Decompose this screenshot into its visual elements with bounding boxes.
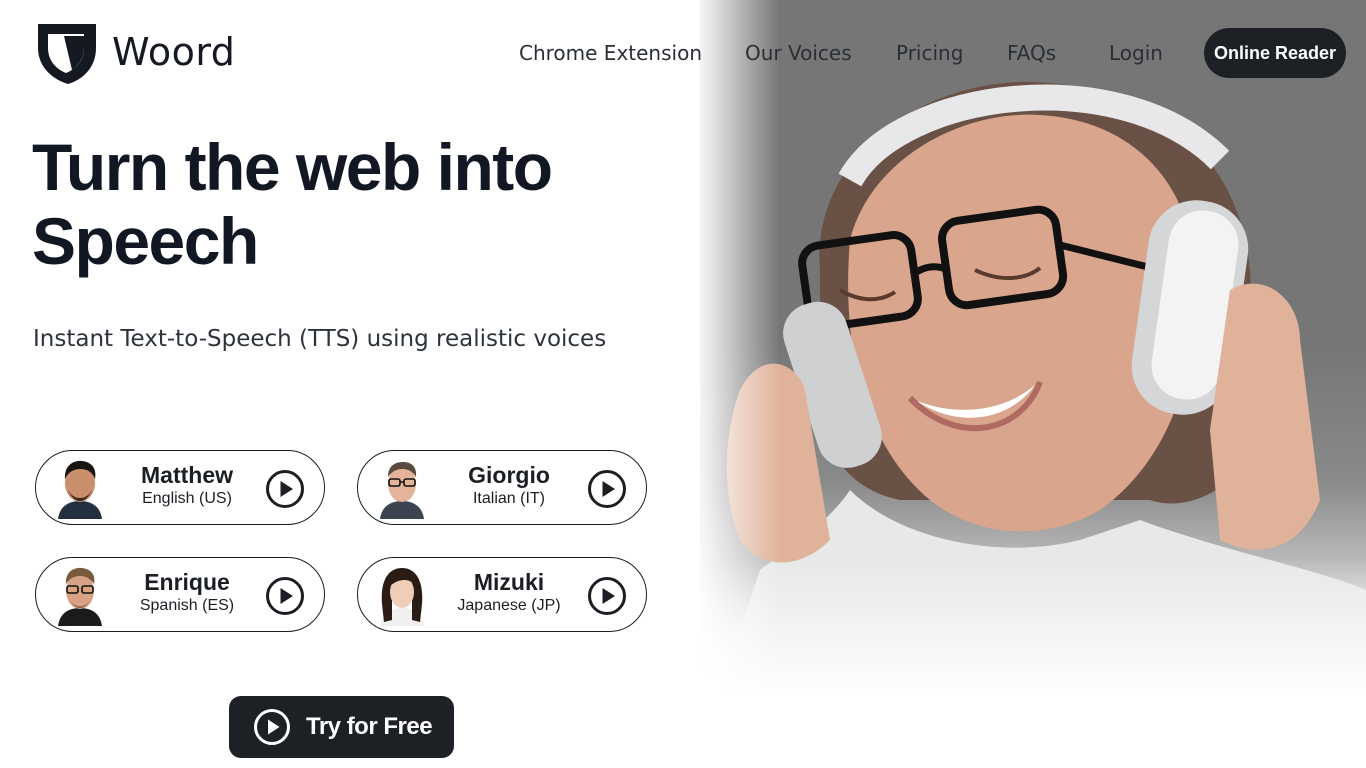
voice-language: Italian (IT) xyxy=(472,490,545,507)
voice-card-enrique[interactable]: Enrique Spanish (ES) xyxy=(35,557,325,632)
voice-info: Matthew English (US) xyxy=(112,461,262,509)
voice-name: Matthew xyxy=(141,462,233,488)
voice-name: Mizuki xyxy=(473,569,545,595)
hero-headline-line-1: Turn the web into xyxy=(32,130,553,204)
try-for-free-label: Try for Free xyxy=(306,713,433,740)
online-reader-button[interactable]: Online Reader xyxy=(1204,28,1346,78)
hero-bottom-fade xyxy=(700,560,1366,700)
shield-logo-icon xyxy=(38,24,96,84)
nav-faqs[interactable]: FAQs xyxy=(1007,41,1056,65)
try-for-free-button[interactable]: Try for Free xyxy=(229,696,454,758)
play-icon xyxy=(254,709,290,745)
hero-headline: Turn the web into Speech xyxy=(32,130,672,278)
voice-card-matthew[interactable]: Matthew English (US) xyxy=(35,450,325,525)
brand-logo[interactable]: Woord xyxy=(34,18,235,86)
nav-our-voices[interactable]: Our Voices xyxy=(745,41,852,65)
play-icon[interactable] xyxy=(265,469,305,509)
voice-name: Giorgio xyxy=(468,462,550,488)
play-icon[interactable] xyxy=(587,469,627,509)
hero-headline-line-2: Speech xyxy=(32,204,259,278)
voice-card-giorgio[interactable]: Giorgio Italian (IT) xyxy=(357,450,647,525)
play-icon[interactable] xyxy=(265,576,305,616)
nav-chrome-extension[interactable]: Chrome Extension xyxy=(519,41,702,65)
voice-language: Spanish (ES) xyxy=(139,597,235,614)
avatar xyxy=(380,568,424,626)
nav-pricing[interactable]: Pricing xyxy=(896,41,963,65)
voice-info: Mizuki Japanese (JP) xyxy=(434,568,584,616)
voice-info: Giorgio Italian (IT) xyxy=(434,461,584,509)
avatar xyxy=(58,460,102,519)
brand-name: Woord xyxy=(112,30,236,74)
voice-language: English (US) xyxy=(142,490,232,507)
hero-subtitle: Instant Text-to-Speech (TTS) using reali… xyxy=(33,326,607,352)
voice-name: Enrique xyxy=(144,569,230,595)
play-icon[interactable] xyxy=(587,576,627,616)
avatar xyxy=(380,462,424,519)
voice-info: Enrique Spanish (ES) xyxy=(112,568,262,616)
avatar xyxy=(58,567,102,626)
nav-login[interactable]: Login xyxy=(1109,41,1163,65)
voice-language: Japanese (JP) xyxy=(457,597,561,614)
voice-card-mizuki[interactable]: Mizuki Japanese (JP) xyxy=(357,557,647,632)
